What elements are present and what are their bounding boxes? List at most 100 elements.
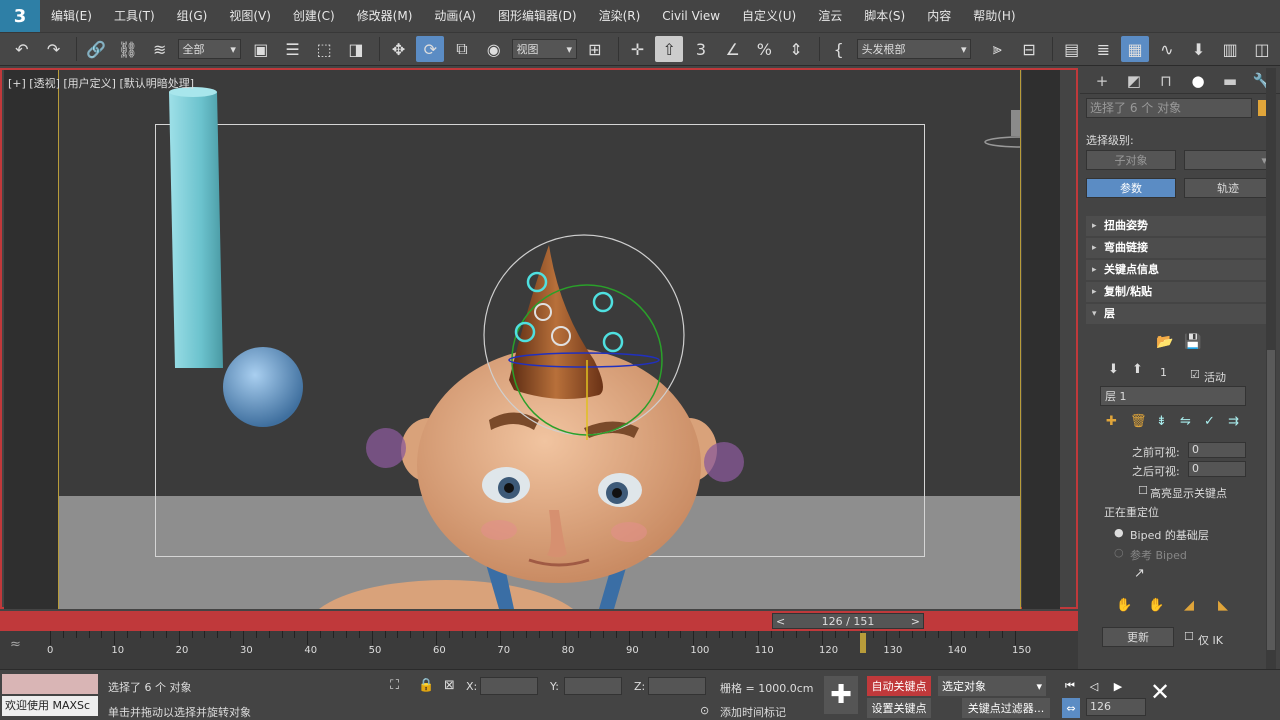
highlight-keys-checkbox[interactable]: ☐ (1138, 484, 1148, 497)
keyboard-shortcut-icon[interactable]: ⇧ (655, 36, 684, 62)
render-setup-icon[interactable]: ◫ (1248, 36, 1276, 62)
menu-item[interactable]: 自定义(U) (731, 0, 807, 32)
save-layer-icon[interactable]: 💾 (1184, 334, 1201, 350)
menu-item[interactable]: 图形编辑器(D) (487, 0, 588, 32)
y-coordinate-field[interactable] (564, 677, 622, 695)
motion-tab-icon[interactable]: ● (1182, 72, 1214, 90)
display-tab-icon[interactable]: ▬ (1214, 72, 1246, 90)
lock-icon[interactable]: 🔒 (418, 678, 434, 693)
set-key-button[interactable]: 设置关键点 (867, 698, 931, 718)
scale-icon[interactable]: ⧉ (448, 36, 476, 62)
curve-editor-icon[interactable]: ∿ (1153, 36, 1181, 62)
place-icon[interactable]: ◉ (480, 36, 508, 62)
key-mode-dropdown[interactable]: 选定对象 ▾ (938, 676, 1046, 696)
menu-item[interactable]: Civil View (651, 0, 731, 32)
before-visible-spinner[interactable]: 0 (1188, 442, 1246, 458)
layer-name-field[interactable]: 层 1 (1100, 386, 1246, 406)
unlink-icon[interactable]: ⛓ (114, 36, 142, 62)
sub-object-button[interactable]: 子对象 (1086, 150, 1176, 170)
after-visible-spinner[interactable]: 0 (1188, 461, 1246, 477)
active-checkbox[interactable]: ☑ (1190, 368, 1200, 381)
view-cube[interactable] (984, 110, 1021, 148)
foot-icon-1[interactable]: ◢ (1184, 598, 1194, 613)
angle-snap-icon[interactable]: ∠ (719, 36, 747, 62)
snap-set-key-icon[interactable]: ⇋ (1180, 414, 1191, 429)
rect-selection-icon[interactable]: ⬚ (310, 36, 338, 62)
edit-named-selection-icon[interactable]: { (825, 36, 853, 62)
create-tab-icon[interactable]: + (1086, 72, 1118, 90)
window-crossing-icon[interactable]: ◨ (342, 36, 370, 62)
rollout-twist-poses[interactable]: 扭曲姿势 (1086, 216, 1266, 236)
isolate-icon[interactable]: ⛶ (390, 678, 399, 693)
next-frame-button[interactable]: > (908, 615, 923, 628)
select-by-name-icon[interactable]: ☰ (279, 36, 307, 62)
load-layer-icon[interactable]: 📂 (1156, 334, 1173, 350)
menu-item[interactable]: 帮助(H) (962, 0, 1026, 32)
time-slider-bar[interactable]: < 126 / 151 > (0, 611, 1078, 631)
layer-down-icon[interactable]: ⬇ (1108, 362, 1119, 377)
pivot-center-icon[interactable]: ⊞ (581, 36, 609, 62)
key-marker[interactable] (860, 633, 866, 653)
collapse-layer-icon[interactable]: ⇟ (1156, 414, 1167, 429)
select-manipulate-icon[interactable]: ✛ (624, 36, 652, 62)
ref-biped-radio[interactable]: ○ (1114, 546, 1124, 559)
link-icon[interactable]: 🔗 (82, 36, 110, 62)
move-icon[interactable]: ✥ (385, 36, 413, 62)
sub-object-dropdown[interactable]: ▾ (1184, 150, 1272, 170)
modify-tab-icon[interactable]: ◩ (1118, 72, 1150, 90)
foot-icon-2[interactable]: ◣ (1218, 598, 1228, 613)
current-frame-field[interactable]: 126 (1086, 698, 1146, 716)
absolute-mode-icon[interactable]: ⊠ (444, 678, 455, 693)
perspective-viewport[interactable]: [+] [透视] [用户定义] [默认明暗处理] (0, 68, 1078, 609)
layer-up-icon[interactable]: ⬆ (1132, 362, 1143, 377)
rotate-icon[interactable]: ⟳ (416, 36, 445, 62)
menu-item[interactable]: 渲云 (807, 0, 853, 32)
key-mode-toggle-icon[interactable]: ⇔ (1062, 698, 1080, 718)
undo-icon[interactable]: ↶ (8, 36, 36, 62)
menu-item[interactable]: 创建(C) (282, 0, 346, 32)
menu-item[interactable]: 组(G) (166, 0, 219, 32)
ik-only-checkbox[interactable]: ☐ (1184, 630, 1194, 643)
sphere-object[interactable] (223, 347, 303, 427)
activate-only-icon[interactable]: ✓ (1204, 414, 1215, 429)
play-icon[interactable]: ▶ (1108, 676, 1128, 696)
percent-snap-icon[interactable]: % (750, 36, 778, 62)
schematic-view-icon[interactable]: ⬇ (1185, 36, 1213, 62)
set-key-big-button[interactable]: ✚ (824, 676, 858, 714)
spinner-snap-icon[interactable]: ⇕ (782, 36, 810, 62)
redo-icon[interactable]: ↷ (40, 36, 68, 62)
maxscript-listener[interactable] (2, 674, 98, 694)
curve-editor-mini-icon[interactable]: ≈ (10, 637, 21, 652)
layer-explorer-icon[interactable]: ≣ (1090, 36, 1118, 62)
viewport-label[interactable]: [+] [透视] [用户定义] [默认明暗处理] (8, 75, 194, 91)
named-selection-dropdown[interactable]: 头发根部 ▾ (856, 39, 972, 59)
rollout-copy-paste[interactable]: 复制/粘贴 (1086, 282, 1266, 302)
activate-all-icon[interactable]: ⇉ (1228, 414, 1239, 429)
snap-toggle-icon[interactable]: 3 (687, 36, 715, 62)
command-panel-scroll-thumb[interactable] (1267, 350, 1275, 650)
scene-explorer-icon[interactable]: ▤ (1058, 36, 1086, 62)
prev-frame-button[interactable]: < (773, 615, 788, 628)
app-logo[interactable]: 3 (0, 0, 40, 32)
delete-layer-icon[interactable]: 🗑 (1130, 414, 1147, 429)
go-to-start-icon[interactable]: ⏮ (1060, 676, 1080, 696)
bind-space-warp-icon[interactable]: ≋ (146, 36, 174, 62)
ribbon-icon[interactable]: ▦ (1121, 36, 1149, 62)
track-bar[interactable]: ≈ 0 10 20 30 40 50 60 70 80 90 100 110 120 130 140 150 (0, 631, 1078, 669)
select-base-icon[interactable]: ↗ (1134, 566, 1145, 581)
key-filters-button[interactable]: 关键点过滤器... (962, 698, 1050, 718)
reference-coord-dropdown[interactable]: 视图 ▾ (511, 39, 577, 59)
selection-filter-dropdown[interactable]: 全部 ▾ (177, 39, 241, 59)
cylinder-object[interactable] (169, 87, 223, 368)
menu-item[interactable]: 工具(T) (103, 0, 166, 32)
menu-item[interactable]: 修改器(M) (346, 0, 424, 32)
hierarchy-tab-icon[interactable]: ⊓ (1150, 72, 1182, 90)
rollout-key-info[interactable]: 关键点信息 (1086, 260, 1266, 280)
update-button[interactable]: 更新 (1102, 627, 1174, 647)
create-layer-icon[interactable]: ✚ (1106, 414, 1117, 429)
menu-item[interactable]: 动画(A) (423, 0, 487, 32)
parameters-button[interactable]: 参数 (1086, 178, 1176, 198)
trajectories-button[interactable]: 轨迹 (1184, 178, 1272, 198)
select-object-icon[interactable]: ▣ (247, 36, 275, 62)
object-name-field[interactable]: 选择了 6 个 对象 (1086, 98, 1252, 118)
